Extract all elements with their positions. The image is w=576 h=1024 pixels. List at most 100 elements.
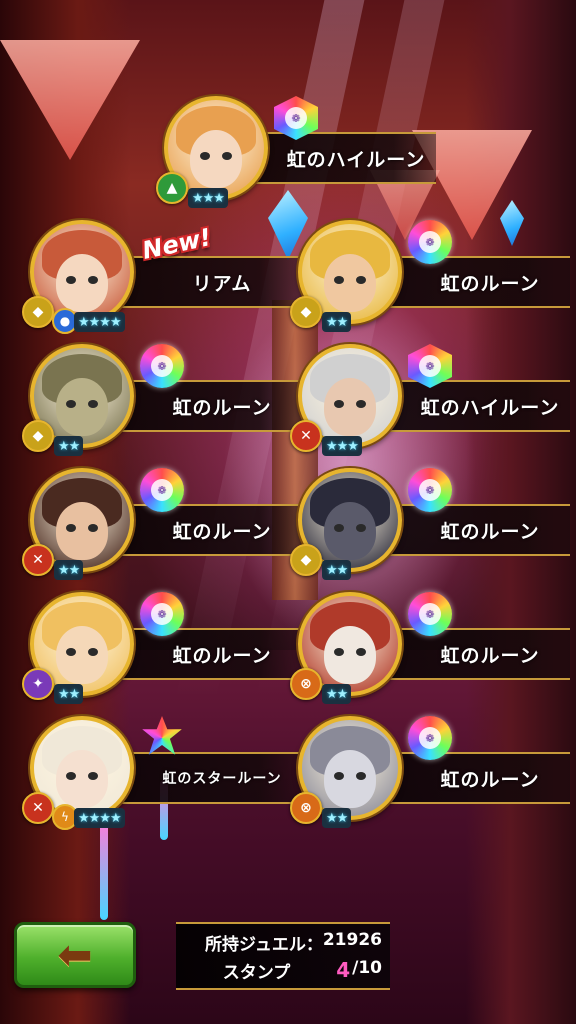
rune-emblem-icon: ❁ [151, 355, 173, 377]
portrait-eye [200, 152, 210, 160]
rarity-stars: ★★★ [322, 436, 362, 456]
rainbow-rune-round-icon: ❁ [408, 220, 452, 264]
reward-card[interactable]: 虹のルーン ⊗ ★★ ❁ [290, 592, 576, 704]
portrait-eye [334, 772, 344, 780]
rarity-stars: ★★ [54, 684, 84, 704]
rune-emblem-icon: ❁ [419, 231, 441, 253]
reward-name: リアム [192, 272, 252, 295]
portrait-eye [334, 400, 344, 408]
portrait-face [324, 254, 376, 312]
stamp-current: 4 [336, 958, 351, 982]
stamp-label: スタンプ [222, 963, 291, 983]
reward-name: 虹のハイルーン [286, 148, 426, 171]
reward-name: 虹のルーン [172, 644, 272, 667]
reward-card[interactable]: 虹のハイルーン ✕ ★★★ ❁ [290, 344, 576, 456]
reward-name: 虹のルーン [172, 396, 272, 419]
rainbow-rune-round-icon: ❁ [408, 716, 452, 760]
portrait-eye [356, 276, 366, 284]
reward-name: 虹のルーン [440, 768, 540, 791]
rune-emblem-icon: ❁ [419, 603, 441, 625]
rarity-stars: ★★ [322, 560, 352, 580]
portrait-eye [66, 772, 76, 780]
element-purple-icon: ✦ [22, 668, 54, 700]
portrait-eye [88, 648, 98, 656]
rainbow-rune-round-icon: ❁ [140, 468, 184, 512]
rarity-stars: ★★ [322, 808, 352, 828]
portrait-eye [334, 648, 344, 656]
rarity-stars: ★★ [54, 560, 84, 580]
portrait-eye [356, 400, 366, 408]
portrait-eye [66, 648, 76, 656]
reward-card[interactable]: 虹のルーン ✦ ★★ ❁ [22, 592, 310, 704]
reward-card[interactable]: 虹のハイルーン ▲ ★★★ ❁ [156, 96, 444, 208]
portrait-eye [356, 648, 366, 656]
element-orange-icon: ⊗ [290, 668, 322, 700]
element-red-icon: ✕ [22, 792, 54, 824]
portrait-eye [356, 524, 366, 532]
element-yellow-icon: ◆ [22, 296, 54, 328]
portrait-face [190, 130, 242, 188]
rarity-stars: ★★★ [188, 188, 228, 208]
element-green-icon: ▲ [156, 172, 188, 204]
reward-name: 虹のハイルーン [420, 396, 560, 419]
portrait-eye [66, 400, 76, 408]
back-button[interactable]: ⬅ [14, 922, 136, 988]
stamp-total: /10 [352, 958, 382, 978]
element-red-icon: ✕ [290, 420, 322, 452]
reward-card[interactable]: 虹のスタールーン ✕ ϟ ★★★★ [22, 716, 310, 830]
reward-name: 虹のルーン [172, 520, 272, 543]
rarity-stars: ★★★★ [74, 808, 125, 828]
reward-card[interactable]: 虹のルーン ◆ ★★ ❁ [22, 344, 310, 456]
arrow-left-icon: ⬅ [57, 930, 93, 979]
stamp-row: スタンプ 4 /10 [176, 958, 382, 983]
reward-card[interactable]: 虹のルーン ◆ ★★ ❁ [290, 220, 576, 332]
reward-name: 虹のスタールーン [162, 771, 282, 787]
reward-name: 虹のルーン [440, 644, 540, 667]
reward-card[interactable]: 虹のルーン ✕ ★★ ❁ [22, 468, 310, 580]
element-orange-icon: ⊗ [290, 792, 322, 824]
element-red-icon: ✕ [22, 544, 54, 576]
rarity-stars: ★★★★ [74, 312, 125, 332]
portrait-face [324, 626, 376, 684]
rarity-stars: ★★ [322, 684, 352, 704]
portrait-eye [88, 276, 98, 284]
reward-card[interactable]: 虹のルーン ⊗ ★★ ❁ [290, 716, 576, 828]
rune-emblem-icon: ❁ [151, 603, 173, 625]
portrait-face [56, 254, 108, 312]
element-yellow-icon: ◆ [290, 296, 322, 328]
rune-emblem-icon: ❁ [285, 107, 307, 129]
portrait-face [56, 750, 108, 808]
portrait-face [56, 378, 108, 436]
portrait-eye [334, 524, 344, 532]
portrait-eye [66, 524, 76, 532]
jewel-value: 21926 [322, 930, 382, 950]
portrait-face [56, 626, 108, 684]
rune-emblem-icon: ❁ [419, 727, 441, 749]
reward-card[interactable]: 虹のルーン ◆ ★★ ❁ [290, 468, 576, 580]
jewel-label: 所持ジュエル： [205, 935, 323, 955]
rune-emblem-icon: ❁ [419, 355, 441, 377]
rarity-stars: ★★ [54, 436, 84, 456]
portrait-face [56, 502, 108, 560]
rarity-stars: ★★ [322, 312, 352, 332]
jewel-row: 所持ジュエル： 21926 [176, 930, 382, 955]
neon-tube [100, 820, 108, 920]
portrait-eye [88, 524, 98, 532]
rune-emblem-icon: ❁ [151, 479, 173, 501]
element-yellow-icon: ◆ [22, 420, 54, 452]
element-yellow-icon: ◆ [290, 544, 322, 576]
rune-emblem-icon: ❁ [419, 479, 441, 501]
rainbow-rune-round-icon: ❁ [408, 592, 452, 636]
portrait-face [324, 750, 376, 808]
portrait-eye [222, 152, 232, 160]
portrait-face [324, 502, 376, 560]
rainbow-rune-round-icon: ❁ [408, 468, 452, 512]
portrait-eye [88, 772, 98, 780]
reward-name: 虹のルーン [440, 272, 540, 295]
rainbow-rune-round-icon: ❁ [140, 344, 184, 388]
portrait-eye [88, 400, 98, 408]
rainbow-rune-round-icon: ❁ [140, 592, 184, 636]
portrait-eye [66, 276, 76, 284]
reward-card[interactable]: リアム ◆ ● ★★★★ New! [22, 220, 310, 334]
status-panel: 所持ジュエル： 21926 スタンプ 4 /10 [176, 922, 390, 990]
